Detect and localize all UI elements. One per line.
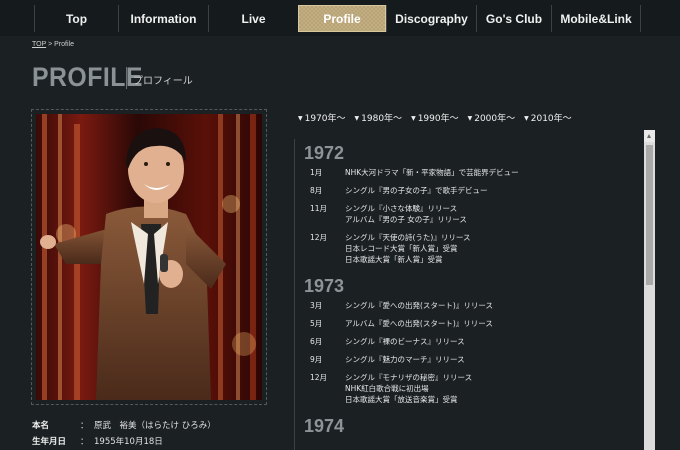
timeline-scrollbar[interactable] [644, 130, 655, 450]
nav-live[interactable]: Live [208, 5, 298, 32]
event-list: 3月 シングル『愛への出発(スタート)』リリース 5月 アルバム『愛への出発(ス… [310, 300, 641, 405]
profile-row: 生年月日 ： 1955年10月18日 [32, 433, 216, 449]
decade-tab-1990[interactable]: ▼ 1990年〜 [411, 111, 459, 124]
profile-row: 本名 ： 原武 裕美（はらたけ ひろみ） [32, 417, 216, 433]
decade-tab-1980[interactable]: ▼ 1980年〜 [355, 111, 403, 124]
event-row: 1月 NHK大河ドラマ「新・平家物語」で芸能界デビュー [310, 167, 641, 178]
scroll-up-arrow-icon[interactable] [644, 130, 655, 142]
event-text: シングル『モナリザの秘密』リリース NHK紅白歌合戦に初出場 日本歌謡大賞「放送… [345, 373, 473, 404]
nav-discography[interactable]: Discography [386, 5, 476, 32]
event-row: 12月 シングル『モナリザの秘密』リリース NHK紅白歌合戦に初出場 日本歌謡大… [310, 372, 641, 405]
nav-mobile-link[interactable]: Mobile&Link [551, 5, 641, 32]
event-month: 8月 [310, 186, 323, 195]
event-row: 12月 シングル『天使の詩(うた)』リリース 日本レコード大賞「新人賞」受賞 日… [310, 232, 641, 265]
profile-photo-frame [31, 109, 267, 405]
decade-tabs: ▼ 1970年〜 ▼ 1980年〜 ▼ 1990年〜 ▼ 2000年〜 ▼ 2010年〜 [298, 111, 581, 124]
profile-value: 1955年10月18日 [94, 437, 163, 447]
nav-gos-club[interactable]: Go's Club [476, 5, 551, 32]
event-text: NHK大河ドラマ「新・平家物語」で芸能界デビュー [345, 168, 519, 177]
nav-information[interactable]: Information [118, 5, 208, 32]
breadcrumb-current: Profile [54, 41, 74, 48]
decade-tab-1970[interactable]: ▼ 1970年〜 [298, 111, 346, 124]
event-row: 6月 シングル『裸のビーナス』リリース [310, 336, 641, 347]
triangle-down-icon: ▼ [298, 115, 303, 122]
breadcrumb-top-link[interactable]: TOP [32, 41, 46, 48]
profile-info: 本名 ： 原武 裕美（はらたけ ひろみ） 生年月日 ： 1955年10月18日 [32, 417, 216, 449]
event-text: アルバム『愛への出発(スタート)』リリース [345, 319, 493, 328]
event-row: 9月 シングル『魅力のマーチ』リリース [310, 354, 641, 365]
event-row: 5月 アルバム『愛への出発(スタート)』リリース [310, 318, 641, 329]
profile-photo [36, 114, 262, 400]
triangle-down-icon: ▼ [524, 115, 529, 122]
year-block-1973: 1973 3月 シングル『愛への出発(スタート)』リリース 5月 アルバム『愛へ… [295, 272, 641, 405]
profile-key: 本名 [32, 421, 50, 431]
year-block-1972: 1972 1月 NHK大河ドラマ「新・平家物語」で芸能界デビュー 8月 シングル… [295, 139, 641, 265]
nav-bar: Top Information Live Profile Discography… [34, 5, 641, 32]
page-subtitle: プロフィール [133, 76, 193, 87]
breadcrumb-separator: > [46, 41, 55, 48]
triangle-down-icon: ▼ [411, 115, 416, 122]
profile-key: 生年月日 [32, 437, 67, 447]
event-row: 3月 シングル『愛への出発(スタート)』リリース [310, 300, 641, 311]
event-row: 11月 シングル『小さな体験』リリース アルバム『男の子 女の子』リリース [310, 203, 641, 225]
event-month: 3月 [310, 301, 323, 310]
event-text: シングル『男の子女の子』で歌手デビュー [345, 186, 488, 195]
nav-profile[interactable]: Profile [298, 5, 386, 32]
breadcrumb: TOP > Profile [32, 41, 74, 48]
event-text: シングル『天使の詩(うた)』リリース 日本レコード大賞「新人賞」受賞 日本歌謡大… [345, 233, 471, 264]
triangle-down-icon: ▼ [354, 115, 360, 122]
event-row: 8月 シングル『男の子女の子』で歌手デビュー [310, 185, 641, 196]
event-month: 5月 [310, 319, 323, 328]
event-month: 12月 [310, 233, 328, 242]
event-month: 9月 [310, 355, 323, 364]
top-nav: Top Information Live Profile Discography… [0, 0, 680, 36]
year-heading: 1974 [304, 416, 345, 436]
profile-colon: ： [80, 421, 89, 431]
triangle-down-icon: ▼ [467, 115, 473, 122]
year-heading: 1972 [304, 143, 345, 163]
event-month: 11月 [310, 204, 328, 213]
profile-colon: ： [80, 437, 89, 447]
title-divider [126, 67, 127, 89]
event-list: 1月 NHK大河ドラマ「新・平家物語」で芸能界デビュー 8月 シングル『男の子女… [310, 167, 641, 265]
event-text: シングル『愛への出発(スタート)』リリース [345, 301, 493, 310]
profile-value: 原武 裕美（はらたけ ひろみ） [94, 421, 216, 431]
event-month: 1月 [310, 168, 323, 177]
year-block-1974: 1974 [295, 412, 641, 440]
year-heading: 1973 [304, 276, 345, 296]
nav-top[interactable]: Top [34, 5, 118, 32]
decade-tab-2010[interactable]: ▼ 2010年〜 [524, 111, 572, 124]
decade-tab-2000[interactable]: ▼ 2000年〜 [468, 111, 516, 124]
scrollbar-thumb[interactable] [646, 145, 653, 285]
event-month: 6月 [310, 337, 323, 346]
event-text: シングル『魅力のマーチ』リリース [345, 355, 465, 364]
event-month: 12月 [310, 373, 328, 382]
timeline-panel: 1972 1月 NHK大河ドラマ「新・平家物語」で芸能界デビュー 8月 シングル… [294, 139, 641, 450]
event-text: シングル『小さな体験』リリース アルバム『男の子 女の子』リリース [345, 204, 467, 224]
event-text: シングル『裸のビーナス』リリース [345, 337, 465, 346]
